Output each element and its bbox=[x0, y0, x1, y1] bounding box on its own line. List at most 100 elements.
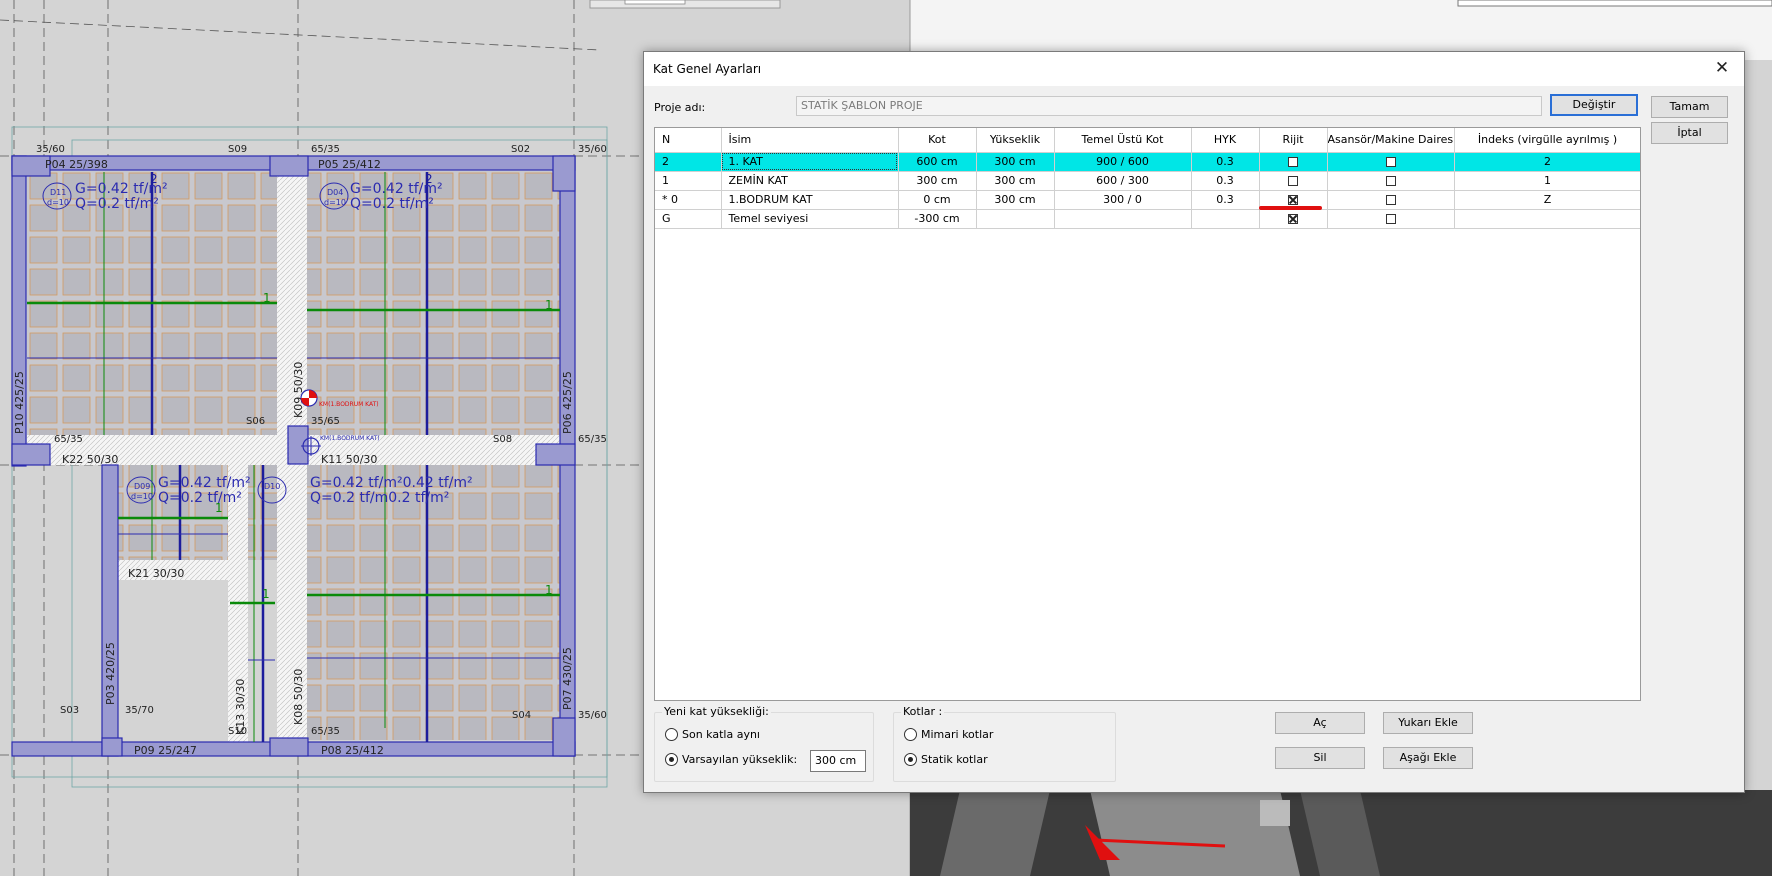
new-floor-height-title: Yeni kat yüksekliği: bbox=[662, 705, 771, 718]
row-n-cell[interactable]: 1 bbox=[655, 171, 722, 191]
empty-cell bbox=[721, 285, 898, 304]
default-height-option[interactable]: Varsayılan yükseklik: bbox=[665, 753, 797, 766]
empty-cell bbox=[1259, 418, 1327, 437]
architectural-levels-option[interactable]: Mimari kotlar bbox=[904, 728, 993, 741]
empty-cell bbox=[655, 589, 721, 608]
row-name-cell[interactable]: ZEMİN KAT bbox=[721, 171, 899, 191]
change-button[interactable]: Değiştir bbox=[1550, 94, 1638, 116]
ok-button[interactable]: Tamam bbox=[1651, 96, 1728, 118]
same-as-last-option[interactable]: Son katla aynı bbox=[665, 728, 760, 741]
empty-row bbox=[655, 551, 1640, 570]
row-elevator-cell[interactable] bbox=[1327, 209, 1455, 229]
architectural-levels-radio[interactable] bbox=[904, 728, 917, 741]
row-index-cell[interactable]: 1 bbox=[1454, 171, 1640, 191]
open-button[interactable]: Aç bbox=[1275, 712, 1365, 734]
svg-text:35/65: 35/65 bbox=[311, 416, 340, 427]
row-temel-cell[interactable]: 300 / 0 bbox=[1054, 190, 1192, 210]
empty-cell bbox=[976, 608, 1054, 627]
default-height-radio[interactable] bbox=[665, 753, 678, 766]
empty-cell bbox=[1054, 608, 1191, 627]
row-name-cell[interactable]: 1. KAT bbox=[721, 152, 899, 172]
col-header-n[interactable]: N bbox=[655, 128, 722, 153]
empty-cell bbox=[1054, 475, 1191, 494]
row-height-cell[interactable] bbox=[976, 209, 1055, 229]
empty-cell bbox=[976, 247, 1054, 266]
empty-cell bbox=[1259, 266, 1327, 285]
row-height-cell[interactable]: 300 cm bbox=[976, 190, 1055, 210]
elevator-checkbox[interactable] bbox=[1385, 157, 1396, 167]
elevator-checkbox[interactable] bbox=[1385, 195, 1396, 205]
row-hyk-cell[interactable]: 0.3 bbox=[1191, 171, 1260, 191]
row-rigid-cell[interactable] bbox=[1259, 152, 1328, 172]
rigid-checkbox[interactable] bbox=[1288, 176, 1298, 186]
cancel-button[interactable]: İptal bbox=[1651, 122, 1728, 144]
table-row[interactable]: 2 1. KAT 600 cm 300 cm 900 / 600 0.3 2 bbox=[655, 152, 1640, 172]
table-row[interactable]: * 0 1.BODRUM KAT 0 cm 300 cm 300 / 0 0.3 Z bbox=[655, 190, 1640, 210]
structural-levels-option[interactable]: Statik kotlar bbox=[904, 753, 988, 766]
empty-row bbox=[655, 380, 1640, 399]
table-row[interactable]: 1 ZEMİN KAT 300 cm 300 cm 600 / 300 0.3 1 bbox=[655, 171, 1640, 191]
col-header-index[interactable]: İndeks (virgülle ayrılmış ) bbox=[1454, 128, 1640, 153]
row-index-cell[interactable]: 2 bbox=[1454, 152, 1640, 172]
table-row[interactable]: G Temel seviyesi -300 cm bbox=[655, 209, 1640, 229]
row-kot-cell[interactable]: -300 cm bbox=[898, 209, 977, 229]
row-elevator-cell[interactable] bbox=[1327, 190, 1455, 210]
rigid-checkbox[interactable] bbox=[1288, 157, 1298, 167]
row-kot-cell[interactable]: 600 cm bbox=[898, 152, 977, 172]
row-temel-cell[interactable]: 600 / 300 bbox=[1054, 171, 1192, 191]
empty-cell bbox=[1054, 551, 1191, 570]
rigid-checkbox[interactable] bbox=[1288, 214, 1298, 224]
rigid-checkbox[interactable] bbox=[1288, 195, 1298, 205]
row-kot-cell[interactable]: 300 cm bbox=[898, 171, 977, 191]
same-as-last-radio[interactable] bbox=[665, 728, 678, 741]
row-name-cell[interactable]: Temel seviyesi bbox=[721, 209, 899, 229]
empty-cell bbox=[1454, 437, 1640, 456]
empty-cell bbox=[1054, 323, 1191, 342]
row-n-cell[interactable]: G bbox=[655, 209, 722, 229]
default-height-input[interactable]: 300 cm bbox=[810, 750, 866, 772]
empty-cell bbox=[1259, 551, 1327, 570]
close-icon[interactable]: ✕ bbox=[1710, 56, 1734, 80]
col-header-rigid[interactable]: Rijit bbox=[1259, 128, 1328, 153]
col-header-elevator[interactable]: Asansör/Makine Dairesi bbox=[1327, 128, 1455, 153]
row-rigid-cell[interactable] bbox=[1259, 209, 1328, 229]
row-kot-cell[interactable]: 0 cm bbox=[898, 190, 977, 210]
elevator-checkbox[interactable] bbox=[1385, 214, 1396, 224]
row-height-cell[interactable]: 300 cm bbox=[976, 171, 1055, 191]
col-header-kot[interactable]: Kot bbox=[898, 128, 977, 153]
row-height-cell[interactable]: 300 cm bbox=[976, 152, 1055, 172]
row-hyk-cell[interactable] bbox=[1191, 209, 1260, 229]
col-header-hyk[interactable]: HYK bbox=[1191, 128, 1260, 153]
row-temel-cell[interactable] bbox=[1054, 209, 1192, 229]
structural-levels-radio[interactable] bbox=[904, 753, 917, 766]
empty-cell bbox=[898, 456, 976, 475]
col-header-temel[interactable]: Temel Üstü Kot bbox=[1054, 128, 1192, 153]
empty-row bbox=[655, 494, 1640, 513]
row-elevator-cell[interactable] bbox=[1327, 152, 1455, 172]
row-n-cell[interactable]: 2 bbox=[655, 152, 722, 172]
row-n-cell[interactable]: * 0 bbox=[655, 190, 722, 210]
empty-cell bbox=[898, 437, 976, 456]
empty-cell bbox=[1054, 285, 1191, 304]
floor-table[interactable]: N İsim Kot Yükseklik Temel Üstü Kot HYK … bbox=[654, 127, 1641, 701]
empty-cell bbox=[976, 494, 1054, 513]
col-header-height[interactable]: Yükseklik bbox=[976, 128, 1055, 153]
row-name-cell[interactable]: 1.BODRUM KAT bbox=[721, 190, 899, 210]
svg-text:K13 30/30: K13 30/30 bbox=[234, 679, 247, 735]
row-hyk-cell[interactable]: 0.3 bbox=[1191, 152, 1260, 172]
col-header-name[interactable]: İsim bbox=[721, 128, 899, 153]
insert-above-button[interactable]: Yukarı Ekle bbox=[1383, 712, 1473, 734]
elevator-checkbox[interactable] bbox=[1385, 176, 1396, 186]
row-index-cell[interactable]: Z bbox=[1454, 190, 1640, 210]
delete-button[interactable]: Sil bbox=[1275, 747, 1365, 769]
row-rigid-cell[interactable] bbox=[1259, 171, 1328, 191]
row-elevator-cell[interactable] bbox=[1327, 171, 1455, 191]
row-index-cell[interactable] bbox=[1454, 209, 1640, 229]
insert-below-button[interactable]: Aşağı Ekle bbox=[1383, 747, 1473, 769]
empty-row bbox=[655, 247, 1640, 266]
empty-cell bbox=[976, 513, 1054, 532]
row-hyk-cell[interactable]: 0.3 bbox=[1191, 190, 1260, 210]
svg-text:Q=0.2 tf/m²: Q=0.2 tf/m² bbox=[75, 196, 159, 212]
row-temel-cell[interactable]: 900 / 600 bbox=[1054, 152, 1192, 172]
empty-cell bbox=[1454, 532, 1640, 551]
